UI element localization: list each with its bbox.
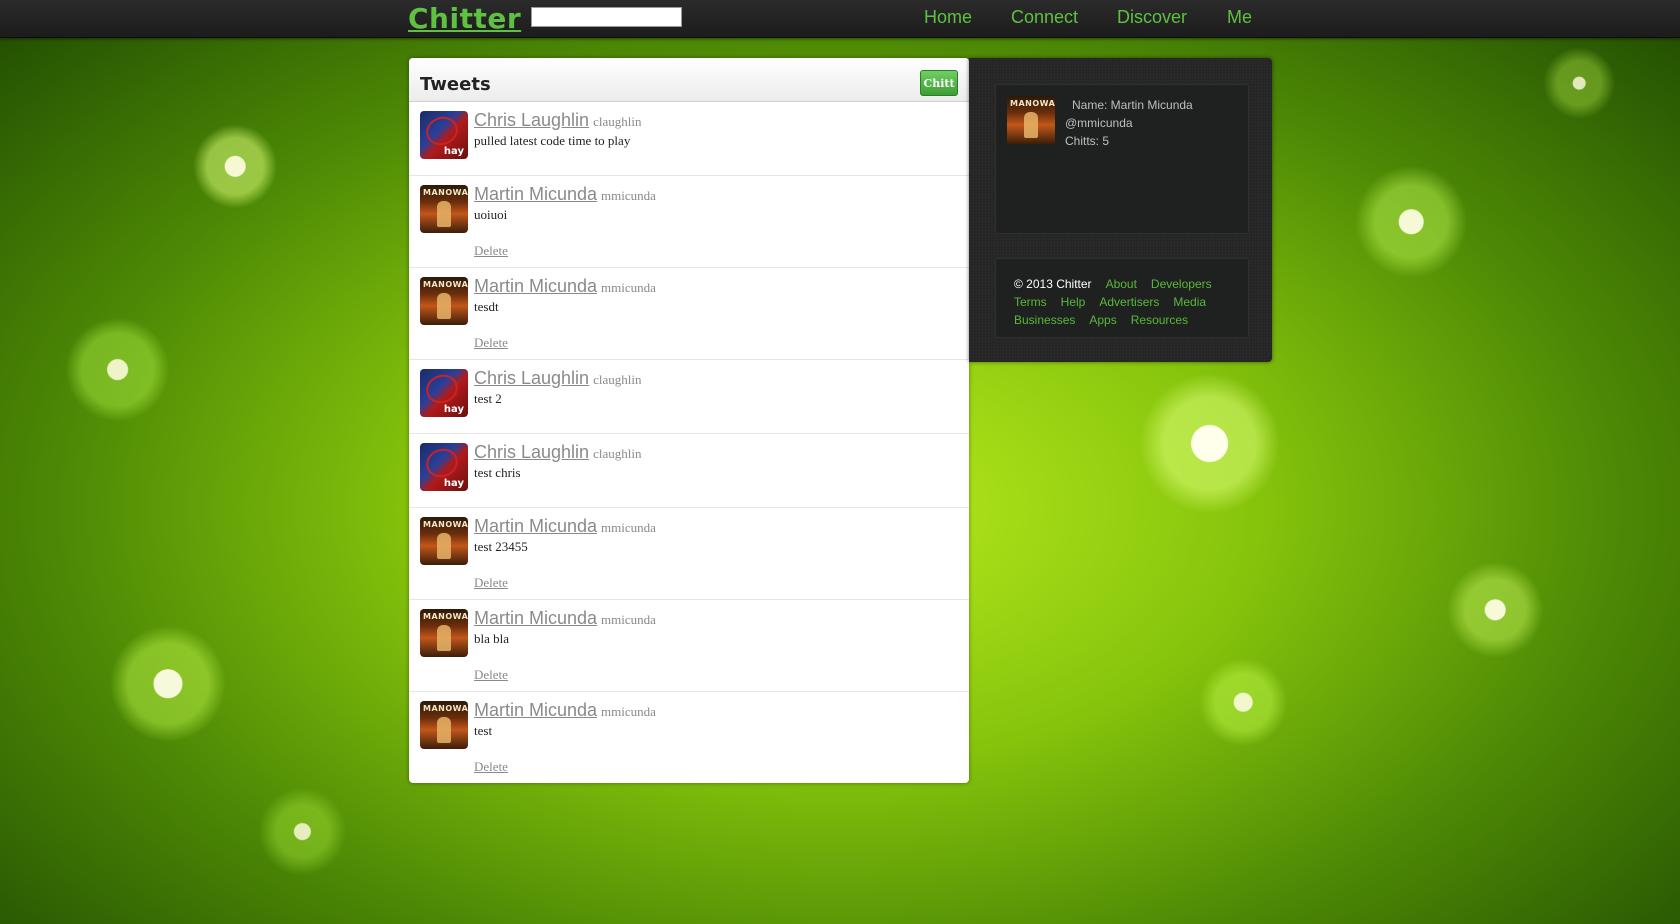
footer-link-apps[interactable]: Apps <box>1089 313 1116 327</box>
spiderman-avatar[interactable]: hay <box>420 369 468 417</box>
search-input[interactable] <box>531 7 682 27</box>
nav-me[interactable]: Me <box>1227 6 1252 28</box>
tweet-item: hay Chris Laughlin claughlin pulled lates… <box>409 102 969 176</box>
copyright: © 2013 Chitter <box>1014 277 1092 291</box>
tweet-text: pulled latest code time to play <box>474 133 631 148</box>
chitter-logo[interactable]: Chitter <box>408 2 521 36</box>
nav-home[interactable]: Home <box>924 6 972 28</box>
nav-connect[interactable]: Connect <box>1011 6 1078 28</box>
tweet-handle: mmicunda <box>601 520 656 535</box>
tweets-header: Tweets Chitt <box>409 58 969 102</box>
spiderman-avatar[interactable]: hay <box>420 443 468 491</box>
tweet-handle: claughlin <box>593 372 642 387</box>
profile-avatar[interactable]: MANOWAR <box>1007 96 1055 144</box>
tweet-text: tesdt <box>474 299 499 314</box>
top-navigation-bar: Chitter Home Connect Discover Me <box>0 0 1680 38</box>
manowar-avatar[interactable]: MANOWAR <box>420 185 468 233</box>
delete-link[interactable]: Delete <box>474 667 508 683</box>
footer-link-terms[interactable]: Terms <box>1014 295 1047 309</box>
manowar-avatar[interactable]: MANOWAR <box>420 277 468 325</box>
footer-link-media[interactable]: Media <box>1173 295 1206 309</box>
tweet-handle: mmicunda <box>601 704 656 719</box>
tweet-text: bla bla <box>474 631 510 646</box>
profile-handle: @mmicunda <box>1065 116 1133 130</box>
tweet-handle: mmicunda <box>601 280 656 295</box>
delete-link[interactable]: Delete <box>474 335 508 351</box>
tweet-item: hay Chris Laughlin claughlin test chris <box>409 434 969 508</box>
manowar-avatar[interactable]: MANOWAR <box>420 701 468 749</box>
footer-link-resources[interactable]: Resources <box>1131 313 1188 327</box>
footer-link-advertisers[interactable]: Advertisers <box>1099 295 1159 309</box>
chitt-button[interactable]: Chitt <box>920 70 958 96</box>
tweet-text: uoiuoi <box>474 207 508 222</box>
tweet-handle: claughlin <box>593 114 642 129</box>
delete-link[interactable]: Delete <box>474 575 508 591</box>
tweet-text: test chris <box>474 465 521 480</box>
footer-links: © 2013 Chitter About Developers Terms Help A… <box>995 258 1249 338</box>
tweet-item: MANOWAR Martin Micundammicunda bla bla D… <box>409 600 969 692</box>
tweet-handle: mmicunda <box>601 188 656 203</box>
tweet-item: hay Chris Laughlin claughlin test 2 <box>409 360 969 434</box>
delete-link[interactable]: Delete <box>474 243 508 259</box>
tweet-author-link[interactable]: Martin Micunda mmicunda <box>474 700 656 721</box>
footer-link-developers[interactable]: Developers <box>1151 277 1212 291</box>
tweet-author-link[interactable]: Martin Micunda mmicunda <box>474 184 656 205</box>
tweets-panel: Tweets Chitt hay Chris Laughlin claughlin… <box>409 58 969 783</box>
tweet-text: test 23455 <box>474 539 528 554</box>
tweet-author-link[interactable]: Chris Laughlin claughlin <box>474 110 641 131</box>
profile-chitts-count: Chitts: 5 <box>1065 134 1110 148</box>
tweet-text: test 2 <box>474 391 502 406</box>
delete-link[interactable]: Delete <box>474 759 508 775</box>
spiderman-avatar[interactable]: hay <box>420 111 468 159</box>
tweet-author-link[interactable]: Chris Laughlin claughlin <box>474 368 641 389</box>
footer-link-about[interactable]: About <box>1106 277 1137 291</box>
tweet-author-link[interactable]: Martin Micunda mmicunda <box>474 516 656 537</box>
manowar-avatar[interactable]: MANOWAR <box>420 517 468 565</box>
tweet-handle: claughlin <box>593 446 642 461</box>
tweet-author-link[interactable]: Martin Micunda mmicunda <box>474 276 656 297</box>
footer-link-help[interactable]: Help <box>1061 295 1086 309</box>
footer-link-businesses[interactable]: Businesses <box>1014 313 1075 327</box>
profile-name: Name: Martin Micunda <box>1072 98 1193 112</box>
tweet-text: test <box>474 723 493 738</box>
profile-card: MANOWAR Name: Martin Micunda @mmicunda C… <box>995 84 1249 234</box>
tweet-item: MANOWAR Martin Micundammicunda test Dele… <box>409 692 969 783</box>
sidebar: MANOWAR Name: Martin Micunda @mmicunda C… <box>969 58 1272 362</box>
tweet-item: MANOWAR Martin Micundammicunda tesdt Del… <box>409 268 969 360</box>
page-title: Tweets <box>420 74 491 95</box>
tweet-item: MANOWAR Martin Micundammicunda test 2345… <box>409 508 969 600</box>
tweet-handle: mmicunda <box>601 612 656 627</box>
tweet-author-link[interactable]: Chris Laughlin claughlin <box>474 442 641 463</box>
nav-discover[interactable]: Discover <box>1117 6 1187 28</box>
tweet-item: MANOWAR Martin Micundammicunda uoiuoi De… <box>409 176 969 268</box>
manowar-avatar[interactable]: MANOWAR <box>420 609 468 657</box>
tweet-author-link[interactable]: Martin Micunda mmicunda <box>474 608 656 629</box>
